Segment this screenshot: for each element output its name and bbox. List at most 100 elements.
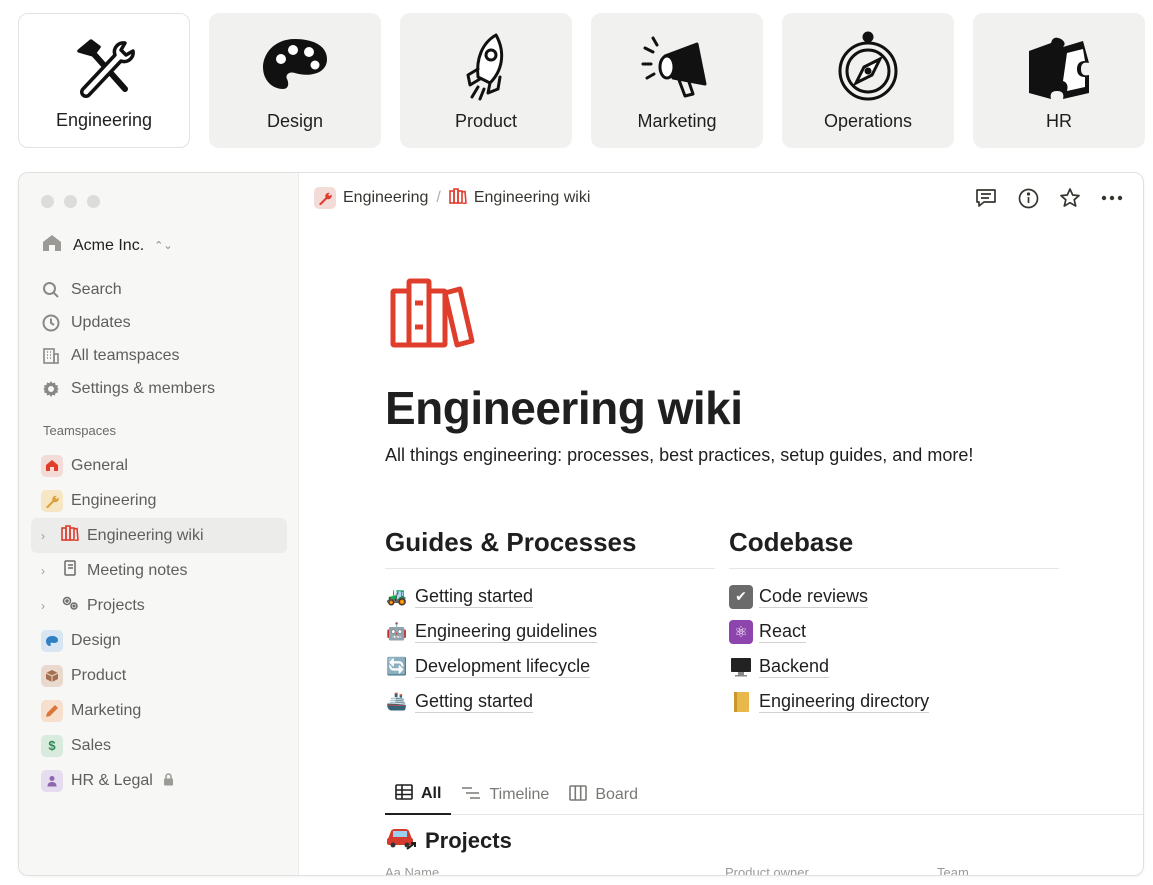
page-link-label: Engineering guidelines — [415, 621, 598, 643]
page-link[interactable]: 🤖 Engineering guidelines — [385, 614, 715, 649]
codebase-list: ✔ Code reviews ⚛ React Backend Engineeri… — [729, 579, 1059, 719]
page-link[interactable]: 🚢 Getting started — [385, 684, 715, 719]
page-description[interactable]: All things engineering: processes, best … — [385, 445, 973, 466]
checkmark-icon: ✔ — [729, 584, 753, 609]
sidebar-item-product[interactable]: Product — [31, 658, 287, 693]
page-link[interactable]: 🚜 Getting started — [385, 579, 715, 614]
atom-icon: ⚛ — [729, 619, 753, 644]
sidebar-item-marketing[interactable]: Marketing — [31, 693, 287, 728]
chevron-right-icon[interactable]: › — [41, 529, 53, 543]
compass-icon — [830, 29, 906, 105]
chevron-right-icon[interactable]: › — [41, 599, 53, 613]
page-actions — [975, 187, 1123, 209]
workspace-name: Acme Inc. — [73, 236, 145, 254]
teamspaces-list: General Engineering › Engineering wiki › — [31, 448, 287, 798]
sidebar-item-all-teamspaces[interactable]: All teamspaces — [41, 339, 291, 372]
maximize-window-button[interactable] — [87, 195, 100, 208]
dollar-icon: $ — [41, 734, 63, 757]
close-window-button[interactable] — [41, 195, 54, 208]
card-label: Operations — [823, 111, 913, 131]
puzzle-icon — [1021, 29, 1097, 105]
more-icon[interactable] — [1101, 187, 1123, 209]
card-engineering[interactable]: Engineering — [18, 13, 190, 148]
car-icon — [385, 825, 417, 857]
page-link-label: React — [759, 621, 807, 643]
star-icon[interactable] — [1059, 187, 1081, 209]
page-link[interactable]: ⚛ React — [729, 614, 1059, 649]
card-hr[interactable]: HR — [973, 13, 1145, 148]
timeline-icon — [461, 786, 481, 805]
chevron-right-icon[interactable]: › — [41, 564, 53, 578]
info-icon[interactable] — [1017, 187, 1039, 209]
tools-icon — [66, 30, 142, 106]
building-icon — [41, 346, 61, 366]
sidebar-item-hr-legal[interactable]: HR & Legal — [31, 763, 287, 798]
ship-icon: 🚢 — [386, 691, 408, 711]
card-design[interactable]: Design — [209, 13, 381, 148]
card-operations[interactable]: Operations — [782, 13, 954, 148]
sidebar-item-label: Marketing — [71, 701, 142, 719]
tab-timeline[interactable]: Timeline — [451, 775, 559, 815]
tractor-icon: 🚜 — [386, 586, 408, 606]
sidebar-item-engineering[interactable]: Engineering — [31, 483, 287, 518]
workspace-switcher[interactable]: Acme Inc. ⌃⌄ — [41, 233, 173, 258]
page-link[interactable]: Backend — [729, 649, 1059, 684]
tab-label: All — [421, 785, 442, 802]
column-header[interactable]: Product owner — [725, 865, 809, 875]
palette-icon — [41, 629, 63, 652]
sidebar-item-label: Product — [71, 666, 127, 684]
codebase-section: Codebase ✔ Code reviews ⚛ React Backend — [729, 527, 1059, 719]
page-link-label: Development lifecycle — [415, 656, 591, 678]
projects-heading[interactable]: Projects — [385, 825, 512, 857]
sidebar-item-label: Sales — [71, 736, 112, 754]
breadcrumb-item-engineering[interactable]: Engineering — [314, 187, 428, 209]
card-marketing[interactable]: Marketing — [591, 13, 763, 148]
comment-icon[interactable] — [975, 187, 997, 209]
sidebar-item-engineering-wiki[interactable]: › Engineering wiki — [31, 518, 287, 553]
board-icon — [569, 784, 588, 806]
page-link[interactable]: ✔ Code reviews — [729, 579, 1059, 614]
window-controls — [41, 195, 100, 208]
tab-all[interactable]: All — [385, 775, 452, 815]
palette-icon — [257, 29, 333, 105]
sidebar-item-label: Meeting notes — [87, 561, 188, 579]
tab-board[interactable]: Board — [559, 775, 648, 815]
sidebar-item-general[interactable]: General — [31, 448, 287, 483]
lock-icon — [163, 772, 174, 789]
column-header[interactable]: Team — [937, 865, 969, 875]
sidebar-item-label: HR & Legal — [71, 771, 153, 789]
search-icon — [41, 280, 61, 300]
sidebar-item-label: Engineering — [71, 491, 157, 509]
page-link[interactable]: 🔄 Development lifecycle — [385, 649, 715, 684]
breadcrumb-label: Engineering — [343, 189, 429, 206]
column-header[interactable]: Aa Name — [385, 865, 439, 875]
books-icon[interactable] — [390, 277, 476, 354]
pencil-icon — [41, 699, 63, 722]
computer-icon — [729, 655, 753, 679]
sidebar-item-label: All teamspaces — [71, 346, 180, 364]
sidebar-item-meeting-notes[interactable]: › Meeting notes — [31, 553, 287, 588]
guides-list: 🚜 Getting started 🤖 Engineering guidelin… — [385, 579, 715, 719]
sidebar-item-settings[interactable]: Settings & members — [41, 372, 291, 405]
sidebar-item-design[interactable]: Design — [31, 623, 287, 658]
rocket-icon — [448, 29, 524, 105]
breadcrumb-item-engineering-wiki[interactable]: Engineering wiki — [449, 187, 590, 209]
notebook-icon — [729, 690, 753, 714]
minimize-window-button[interactable] — [64, 195, 77, 208]
sidebar-item-search[interactable]: Search — [41, 273, 291, 306]
guides-section: Guides & Processes 🚜 Getting started 🤖 E… — [385, 527, 715, 719]
page-link[interactable]: Engineering directory — [729, 684, 1059, 719]
sidebar-item-label: Settings & members — [71, 379, 216, 397]
chevron-updown-icon: ⌃⌄ — [154, 240, 173, 252]
wrench-icon — [314, 187, 336, 209]
sidebar-item-label: Design — [71, 631, 121, 649]
sidebar-item-sales[interactable]: $ Sales — [31, 728, 287, 763]
megaphone-icon — [639, 29, 715, 105]
cycle-icon: 🔄 — [386, 656, 408, 676]
card-product[interactable]: Product — [400, 13, 572, 148]
sidebar-item-label: General — [71, 456, 128, 474]
sidebar-item-label: Search — [71, 280, 122, 298]
page-title[interactable]: Engineering wiki — [385, 381, 743, 435]
sidebar-item-updates[interactable]: Updates — [41, 306, 291, 339]
sidebar-item-projects[interactable]: › Projects — [31, 588, 287, 623]
